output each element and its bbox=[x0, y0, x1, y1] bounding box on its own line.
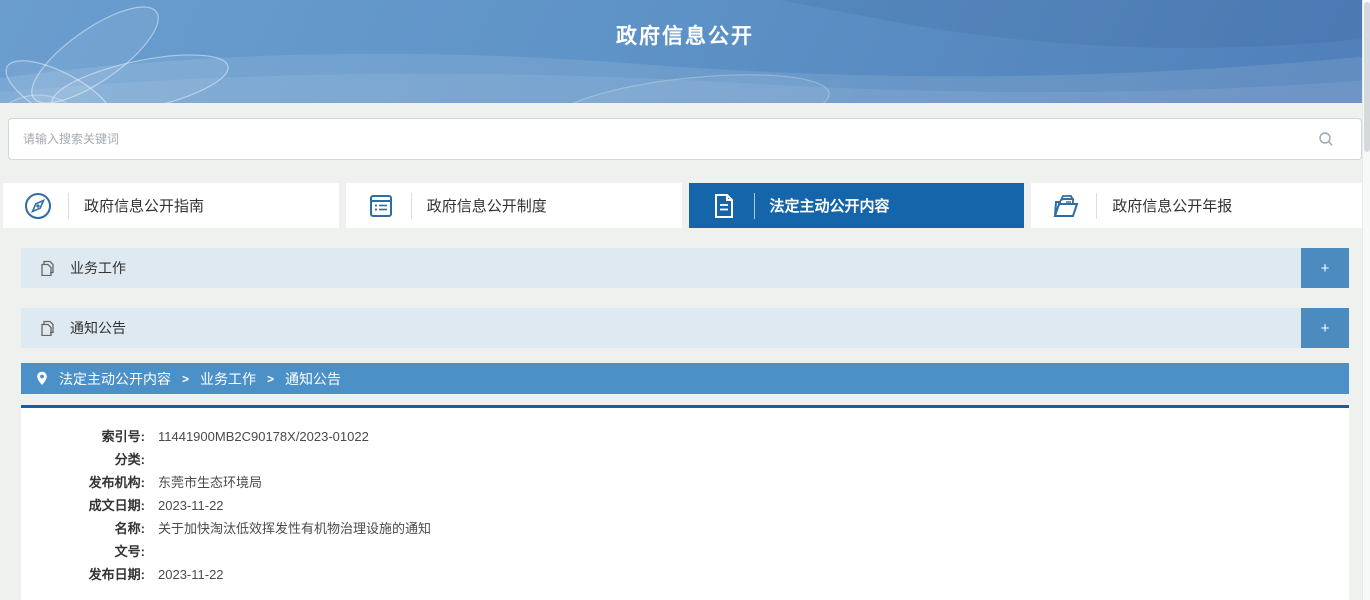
tab-statutory-disclosure-content[interactable]: 法定主动公开内容 bbox=[689, 183, 1025, 228]
scrollbar-thumb[interactable] bbox=[1364, 2, 1370, 152]
tab-annual-report[interactable]: 政府信息公开年报 bbox=[1031, 183, 1367, 228]
field-row-publish-date: 发布日期: 2023-11-22 bbox=[37, 563, 1319, 586]
field-value: 2023-11-22 bbox=[158, 563, 224, 586]
field-label: 成文日期: bbox=[37, 494, 145, 517]
breadcrumb: 法定主动公开内容 > 业务工作 > 通知公告 bbox=[21, 363, 1349, 394]
field-row-category: 分类: bbox=[37, 448, 1319, 471]
expand-button[interactable]: + bbox=[1301, 308, 1349, 348]
field-value: 11441900MB2C90178X/2023-01022 bbox=[158, 425, 369, 448]
open-folder-icon bbox=[1051, 191, 1081, 221]
tab-disclosure-system[interactable]: 政府信息公开制度 bbox=[346, 183, 682, 228]
field-row-issuing-agency: 发布机构: 东莞市生态环境局 bbox=[37, 471, 1319, 494]
details-panel-container: 索引号: 11441900MB2C90178X/2023-01022 分类: 发… bbox=[21, 405, 1349, 600]
breadcrumb-separator: > bbox=[267, 372, 274, 386]
page-title: 政府信息公开 bbox=[0, 20, 1370, 50]
pages-icon bbox=[40, 320, 55, 336]
document-icon bbox=[709, 191, 739, 221]
document-details-panel: 索引号: 11441900MB2C90178X/2023-01022 分类: 发… bbox=[21, 408, 1349, 600]
field-row-title: 名称: 关于加快淘汰低效挥发性有机物治理设施的通知 bbox=[37, 517, 1319, 540]
field-row-index-number: 索引号: 11441900MB2C90178X/2023-01022 bbox=[37, 425, 1319, 448]
section-bar-notices[interactable]: 通知公告 + bbox=[21, 308, 1349, 348]
field-label: 文号: bbox=[37, 540, 145, 563]
field-value: 关于加快淘汰低效挥发性有机物治理设施的通知 bbox=[158, 517, 431, 540]
tab-divider bbox=[1096, 193, 1097, 219]
breadcrumb-item-notices[interactable]: 通知公告 bbox=[285, 369, 341, 389]
tab-divider bbox=[411, 193, 412, 219]
field-row-document-number: 文号: bbox=[37, 540, 1319, 563]
breadcrumb-separator: > bbox=[182, 372, 189, 386]
breadcrumb-item-statutory-content[interactable]: 法定主动公开内容 bbox=[59, 369, 171, 389]
breadcrumb-item-business-work[interactable]: 业务工作 bbox=[200, 369, 256, 389]
search-icon bbox=[1318, 131, 1334, 147]
tab-bar: 政府信息公开指南 政府信息公开制度 法定主动公开内容 bbox=[0, 183, 1370, 228]
tab-label: 法定主动公开内容 bbox=[770, 195, 890, 216]
search-input[interactable] bbox=[9, 132, 1361, 146]
field-value: 东莞市生态环境局 bbox=[158, 471, 262, 494]
tab-disclosure-guide[interactable]: 政府信息公开指南 bbox=[3, 183, 339, 228]
section-label: 业务工作 bbox=[70, 258, 126, 278]
search-button[interactable] bbox=[1309, 119, 1343, 159]
tab-divider bbox=[68, 193, 69, 219]
search-box bbox=[8, 118, 1362, 160]
pages-icon bbox=[40, 260, 55, 276]
compass-icon bbox=[23, 191, 53, 221]
field-label: 分类: bbox=[37, 448, 145, 471]
tab-label: 政府信息公开年报 bbox=[1112, 195, 1232, 216]
banner-decoration bbox=[0, 0, 1370, 103]
field-row-document-date: 成文日期: 2023-11-22 bbox=[37, 494, 1319, 517]
tab-divider bbox=[754, 193, 755, 219]
header-banner: 政府信息公开 bbox=[0, 0, 1370, 103]
field-value: 2023-11-22 bbox=[158, 494, 224, 517]
section-bar-business-work[interactable]: 业务工作 + bbox=[21, 248, 1349, 288]
tab-label: 政府信息公开指南 bbox=[84, 195, 204, 216]
list-document-icon bbox=[366, 191, 396, 221]
section-label: 通知公告 bbox=[70, 318, 126, 338]
field-label: 名称: bbox=[37, 517, 145, 540]
expand-button[interactable]: + bbox=[1301, 248, 1349, 288]
tab-label: 政府信息公开制度 bbox=[427, 195, 547, 216]
vertical-scrollbar[interactable] bbox=[1362, 0, 1370, 600]
location-pin-icon bbox=[36, 371, 48, 386]
field-label: 发布日期: bbox=[37, 563, 145, 586]
search-bar-container bbox=[8, 118, 1362, 160]
field-label: 索引号: bbox=[37, 425, 145, 448]
field-label: 发布机构: bbox=[37, 471, 145, 494]
